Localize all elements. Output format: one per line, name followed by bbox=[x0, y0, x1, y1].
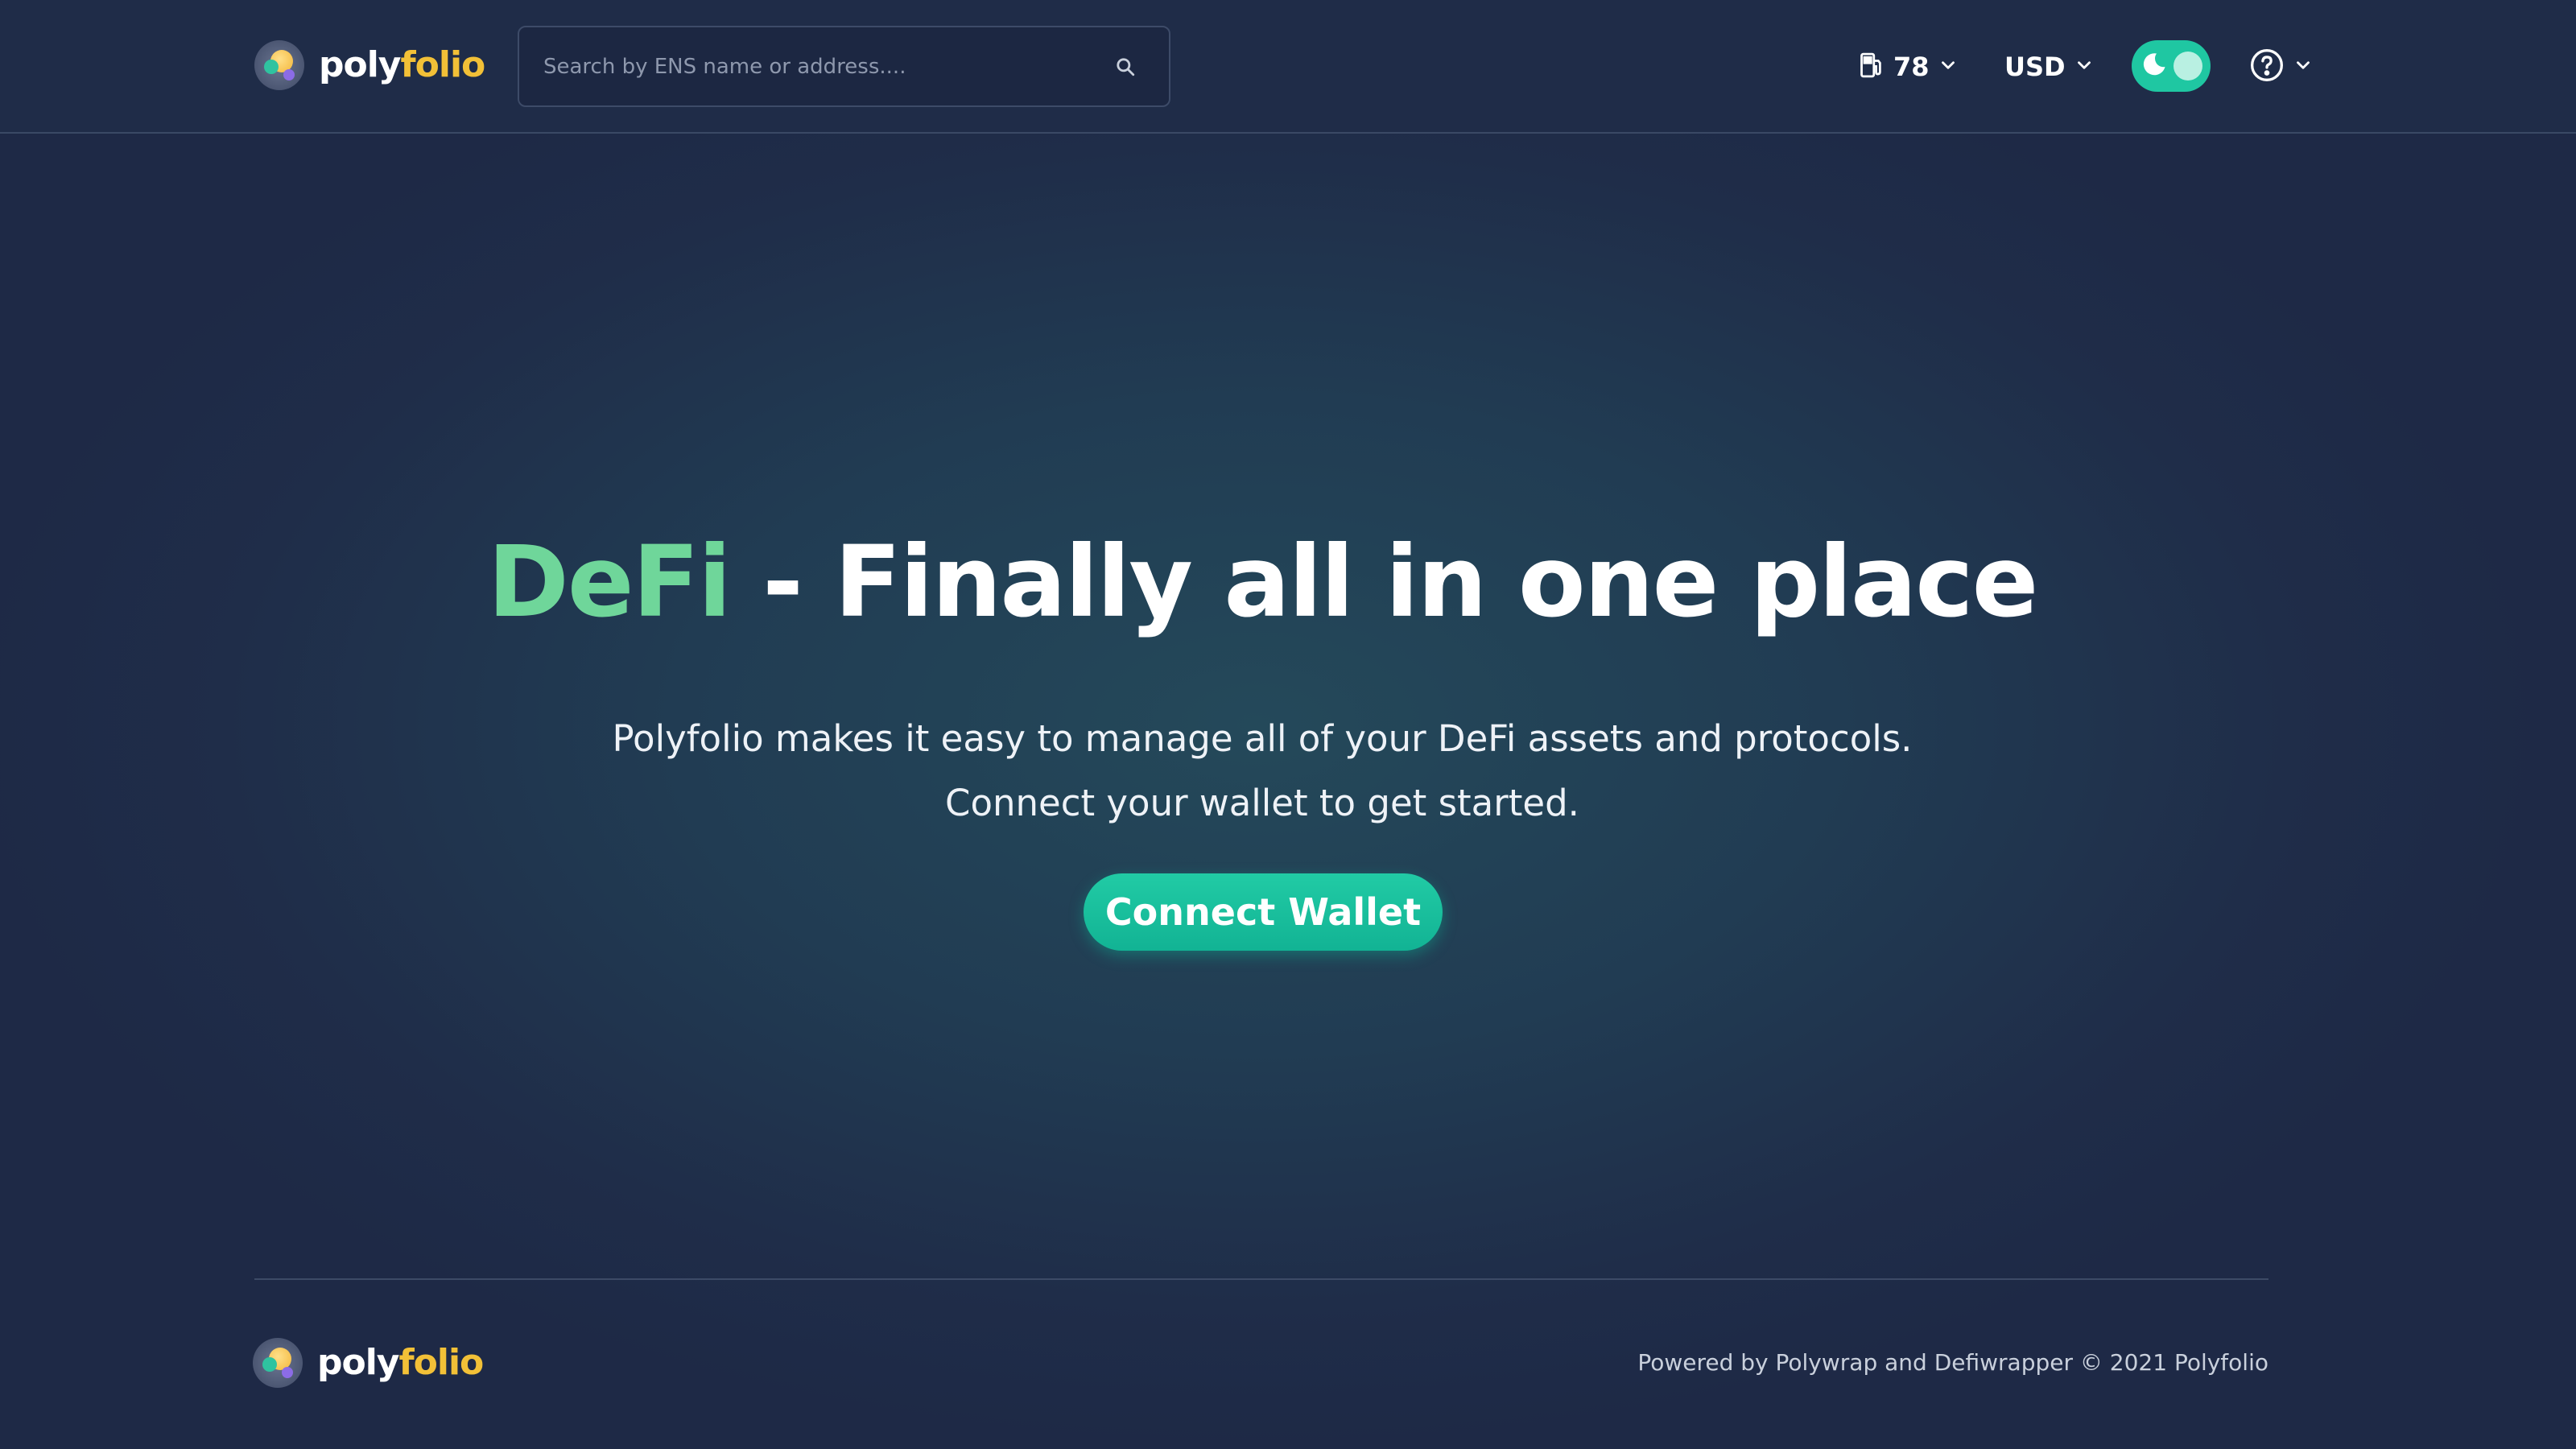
gas-price-value: 78 bbox=[1893, 52, 1930, 82]
chevron-down-icon bbox=[2074, 55, 2095, 79]
gas-pump-icon bbox=[1858, 51, 1885, 83]
toggle-knob bbox=[2174, 52, 2202, 80]
currency-value: USD bbox=[2004, 52, 2066, 82]
logo-text-poly: poly bbox=[319, 44, 401, 85]
logo-wordmark: polyfolio bbox=[317, 1342, 485, 1383]
logo-text-folio: folio bbox=[398, 1342, 485, 1383]
top-navbar: polyfolio 78 USD bbox=[0, 0, 2576, 134]
hero-title: DeFi - Finally all in one place bbox=[0, 515, 2524, 649]
logo-text-poly: poly bbox=[317, 1342, 399, 1383]
logo-text-folio: folio bbox=[400, 44, 486, 85]
polyfolio-logo-icon bbox=[253, 1338, 303, 1388]
footer-divider bbox=[254, 1278, 2268, 1280]
polyfolio-logo-icon bbox=[254, 40, 304, 90]
hero-subtitle-line2: Connect your wallet to get started. bbox=[945, 782, 1579, 824]
chevron-down-icon bbox=[1938, 55, 1959, 79]
search-bar bbox=[518, 26, 1170, 107]
header-logo[interactable]: polyfolio bbox=[254, 40, 485, 90]
help-dropdown[interactable] bbox=[2249, 40, 2314, 93]
search-icon[interactable] bbox=[1101, 43, 1150, 91]
hero-title-rest: - Finally all in one place bbox=[729, 525, 2038, 639]
moon-icon bbox=[2140, 50, 2169, 82]
logo-wordmark: polyfolio bbox=[319, 47, 485, 83]
currency-dropdown[interactable]: USD bbox=[2004, 40, 2095, 93]
theme-toggle[interactable] bbox=[2132, 40, 2211, 92]
gas-price-dropdown[interactable]: 78 bbox=[1858, 40, 1959, 93]
help-circle-icon bbox=[2249, 47, 2285, 86]
search-input[interactable] bbox=[519, 27, 1101, 106]
footer-copyright: Powered by Polywrap and Defiwrapper © 20… bbox=[1637, 1349, 2268, 1376]
footer-logo[interactable]: polyfolio bbox=[253, 1338, 485, 1388]
chevron-down-icon bbox=[2293, 55, 2314, 79]
hero-title-accent: DeFi bbox=[487, 525, 732, 639]
connect-wallet-button[interactable]: Connect Wallet bbox=[1084, 873, 1443, 951]
hero-subtitle-line1: Polyfolio makes it easy to manage all of… bbox=[612, 717, 1913, 760]
